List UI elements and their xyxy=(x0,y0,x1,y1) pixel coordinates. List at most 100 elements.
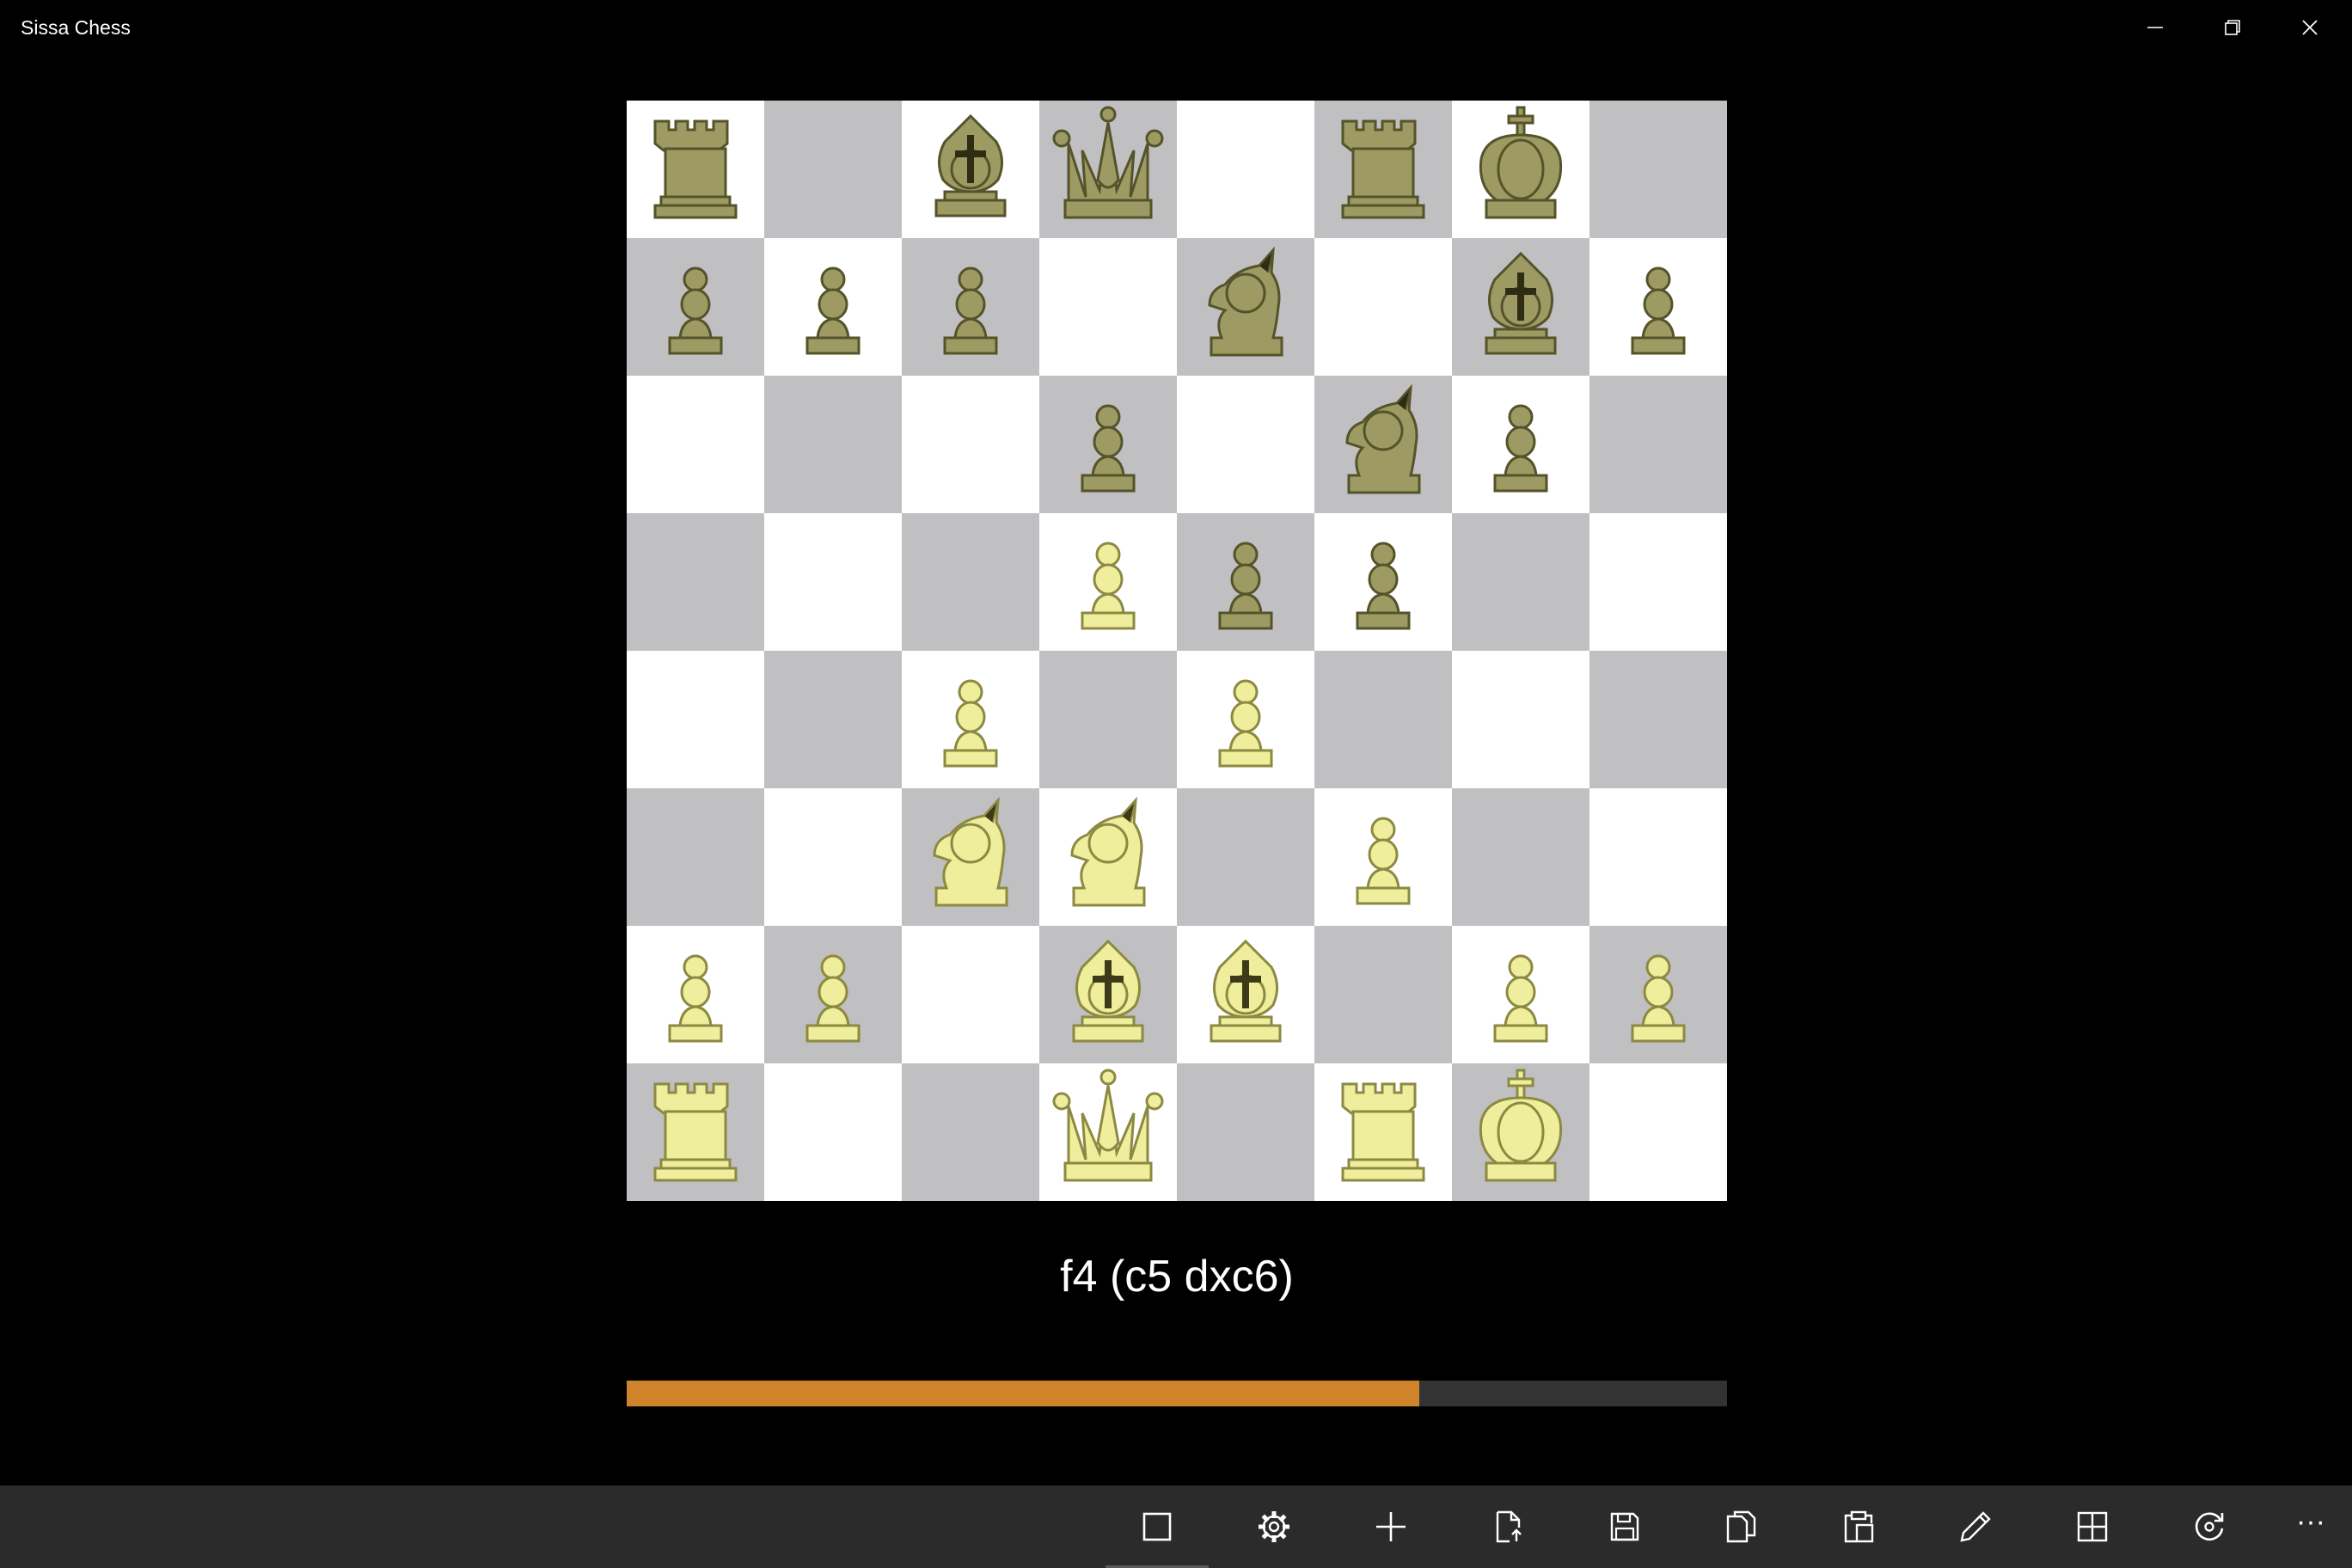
square-e3[interactable] xyxy=(1177,788,1314,926)
square-c7[interactable] xyxy=(902,238,1039,376)
square-f2[interactable] xyxy=(1314,926,1452,1063)
restore-button[interactable] xyxy=(2194,0,2271,55)
square-e4[interactable] xyxy=(1177,651,1314,788)
square-f1[interactable] xyxy=(1314,1063,1452,1201)
square-e8[interactable] xyxy=(1177,101,1314,238)
copy-button[interactable] xyxy=(1683,1485,1800,1568)
square-c8[interactable] xyxy=(902,101,1039,238)
copy-icon xyxy=(1726,1510,1756,1543)
white-pawn-icon xyxy=(1356,817,1411,905)
square-b4[interactable] xyxy=(764,651,902,788)
square-h1[interactable] xyxy=(1589,1063,1727,1201)
black-queen-icon xyxy=(1052,106,1164,219)
square-b7[interactable] xyxy=(764,238,902,376)
square-g2[interactable] xyxy=(1452,926,1589,1063)
minimize-button[interactable] xyxy=(2116,0,2194,55)
square-f8[interactable] xyxy=(1314,101,1452,238)
square-g6[interactable] xyxy=(1452,376,1589,513)
square-f4[interactable] xyxy=(1314,651,1452,788)
rotate-button[interactable] xyxy=(2151,1485,2268,1568)
square-b3[interactable] xyxy=(764,788,902,926)
square-b5[interactable] xyxy=(764,513,902,651)
square-b2[interactable] xyxy=(764,926,902,1063)
square-d3[interactable] xyxy=(1039,788,1177,926)
square-a2[interactable] xyxy=(627,926,764,1063)
square-e6[interactable] xyxy=(1177,376,1314,513)
square-g3[interactable] xyxy=(1452,788,1589,926)
square-f6[interactable] xyxy=(1314,376,1452,513)
square-d8[interactable] xyxy=(1039,101,1177,238)
rotate-icon xyxy=(2195,1512,2224,1541)
square-d2[interactable] xyxy=(1039,926,1177,1063)
white-rook-icon xyxy=(1341,1082,1425,1182)
chess-board[interactable] xyxy=(627,101,1727,1201)
black-pawn-icon xyxy=(943,266,998,355)
square-d5[interactable] xyxy=(1039,513,1177,651)
square-g5[interactable] xyxy=(1452,513,1589,651)
square-h2[interactable] xyxy=(1589,926,1727,1063)
square-c2[interactable] xyxy=(902,926,1039,1063)
square-g1[interactable] xyxy=(1452,1063,1589,1201)
pencil-icon xyxy=(1960,1511,1991,1542)
square-c4[interactable] xyxy=(902,651,1039,788)
square-e1[interactable] xyxy=(1177,1063,1314,1201)
square-e2[interactable] xyxy=(1177,926,1314,1063)
black-bishop-icon xyxy=(1485,251,1557,355)
new-game-button[interactable] xyxy=(1332,1485,1449,1568)
square-c3[interactable] xyxy=(902,788,1039,926)
square-c1[interactable] xyxy=(902,1063,1039,1201)
square-a5[interactable] xyxy=(627,513,764,651)
square-h7[interactable] xyxy=(1589,238,1727,376)
square-h8[interactable] xyxy=(1589,101,1727,238)
square-a4[interactable] xyxy=(627,651,764,788)
more-button[interactable]: ··· xyxy=(2269,1485,2352,1568)
square-h6[interactable] xyxy=(1589,376,1727,513)
white-bishop-icon xyxy=(1072,939,1144,1043)
square-b8[interactable] xyxy=(764,101,902,238)
save-button[interactable] xyxy=(1566,1485,1683,1568)
square-c6[interactable] xyxy=(902,376,1039,513)
grid-icon xyxy=(2077,1511,2108,1542)
title-bar: Sissa Chess xyxy=(0,0,2352,55)
white-bishop-icon xyxy=(1210,939,1282,1043)
close-button[interactable] xyxy=(2271,0,2349,55)
paste-button[interactable] xyxy=(1800,1485,1917,1568)
board-button[interactable] xyxy=(2034,1485,2151,1568)
square-d6[interactable] xyxy=(1039,376,1177,513)
square-a3[interactable] xyxy=(627,788,764,926)
black-pawn-icon xyxy=(1356,542,1411,630)
square-a7[interactable] xyxy=(627,238,764,376)
square-g7[interactable] xyxy=(1452,238,1589,376)
square-g4[interactable] xyxy=(1452,651,1589,788)
black-rook-icon xyxy=(653,119,738,219)
analysis-progress-bar xyxy=(627,1381,1727,1406)
white-pawn-icon xyxy=(1081,542,1136,630)
square-f5[interactable] xyxy=(1314,513,1452,651)
square-b6[interactable] xyxy=(764,376,902,513)
square-a1[interactable] xyxy=(627,1063,764,1201)
app-title: Sissa Chess xyxy=(21,16,131,39)
square-d7[interactable] xyxy=(1039,238,1177,376)
square-h4[interactable] xyxy=(1589,651,1727,788)
white-rook-icon xyxy=(653,1082,738,1182)
edit-button[interactable] xyxy=(1917,1485,2034,1568)
open-button[interactable] xyxy=(1449,1485,1566,1568)
square-h3[interactable] xyxy=(1589,788,1727,926)
square-c5[interactable] xyxy=(902,513,1039,651)
settings-button[interactable] xyxy=(1216,1485,1332,1568)
square-a6[interactable] xyxy=(627,376,764,513)
square-g8[interactable] xyxy=(1452,101,1589,238)
square-d1[interactable] xyxy=(1039,1063,1177,1201)
black-rook-icon xyxy=(1341,119,1425,219)
black-bishop-icon xyxy=(934,113,1007,217)
square-e7[interactable] xyxy=(1177,238,1314,376)
stop-button[interactable] xyxy=(1099,1485,1216,1568)
white-pawn-icon xyxy=(1631,954,1686,1043)
square-e5[interactable] xyxy=(1177,513,1314,651)
square-f7[interactable] xyxy=(1314,238,1452,376)
square-a8[interactable] xyxy=(627,101,764,238)
square-h5[interactable] xyxy=(1589,513,1727,651)
square-f3[interactable] xyxy=(1314,788,1452,926)
square-b1[interactable] xyxy=(764,1063,902,1201)
square-d4[interactable] xyxy=(1039,651,1177,788)
